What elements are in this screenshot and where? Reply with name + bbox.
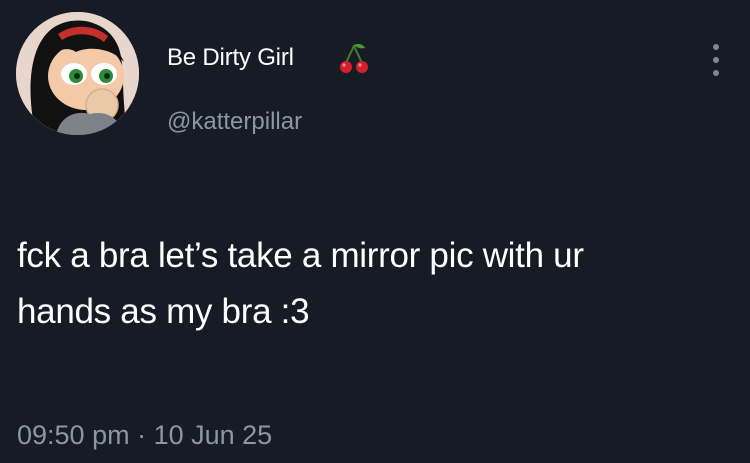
more-vertical-icon-dot (713, 57, 719, 63)
user-handle[interactable]: @katterpillar (167, 108, 302, 136)
tweet-card: Be Dirty Girl @katterpillar fck a bra le… (0, 0, 750, 463)
more-vertical-icon (713, 44, 719, 50)
more-vertical-icon-dot (713, 70, 719, 76)
avatar-illustration (16, 12, 139, 135)
tweet-time[interactable]: 09:50 pm (17, 420, 130, 450)
avatar[interactable] (16, 12, 139, 135)
cherries-icon (336, 40, 372, 76)
meta-separator: · (129, 420, 154, 450)
tweet-text: fck a bra let’s take a mirror pic with u… (17, 228, 737, 340)
tweet-meta: 09:50 pm · 10 Jun 25 (17, 420, 272, 451)
tweet-text-line-1: fck a bra let’s take a mirror pic with u… (17, 236, 584, 275)
tweet-date[interactable]: 10 Jun 25 (154, 420, 273, 450)
more-options-button[interactable] (705, 40, 727, 80)
tweet-text-line-2: hands as my bra :3 (17, 292, 310, 331)
display-name[interactable]: Be Dirty Girl (167, 44, 294, 72)
